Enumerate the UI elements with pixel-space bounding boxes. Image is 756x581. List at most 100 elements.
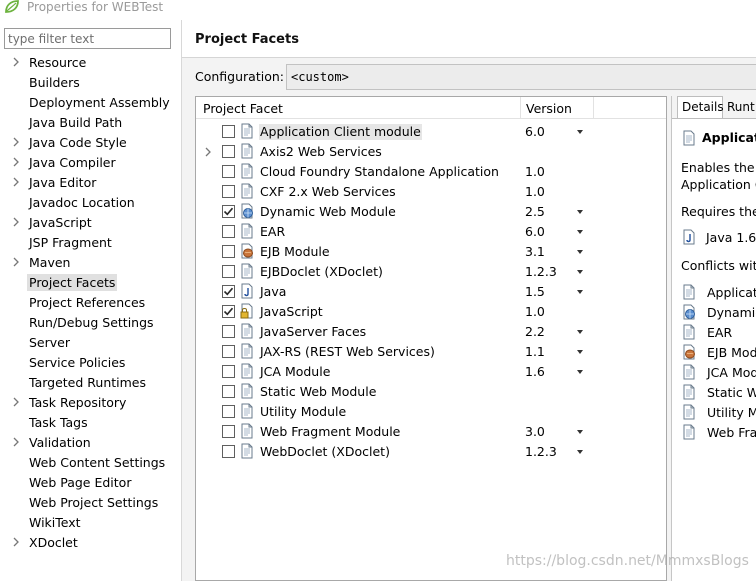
facet-checkbox[interactable] <box>222 345 235 358</box>
sidebar-item[interactable]: Run/Debug Settings <box>0 313 182 332</box>
facet-row[interactable]: Cloud Foundry Standalone Application 1.0 <box>196 162 666 182</box>
sidebar-item[interactable]: Deployment Assembly <box>0 93 182 112</box>
facet-row[interactable]: Static Web Module <box>196 382 666 402</box>
sidebar-item[interactable]: Web Page Editor <box>0 473 182 492</box>
facet-checkbox[interactable] <box>222 225 235 238</box>
configuration-combo[interactable]: <custom> <box>286 64 756 90</box>
chevron-right-icon[interactable] <box>11 137 21 147</box>
sidebar-item[interactable]: Targeted Runtimes <box>0 373 182 392</box>
chevron-right-icon[interactable] <box>11 57 21 67</box>
sidebar-item[interactable]: JSP Fragment <box>0 233 182 252</box>
sidebar-item[interactable]: Server <box>0 333 182 352</box>
dropdown-arrow-icon[interactable] <box>577 290 583 294</box>
facet-row[interactable]: JavaServer Faces 2.2 <box>196 322 666 342</box>
dropdown-arrow-icon[interactable] <box>577 350 583 354</box>
chevron-right-icon[interactable] <box>11 177 21 187</box>
chevron-right-icon[interactable] <box>11 397 21 407</box>
facet-row[interactable]: CXF 2.x Web Services 1.0 <box>196 182 666 202</box>
facet-row[interactable]: JCA Module 1.6 <box>196 362 666 382</box>
facet-checkbox[interactable] <box>222 365 235 378</box>
facet-checkbox[interactable] <box>222 445 235 458</box>
sidebar-item[interactable]: Web Project Settings <box>0 493 182 512</box>
sidebar-item[interactable]: WikiText <box>0 513 182 532</box>
sidebar-item[interactable]: Java Code Style <box>0 133 182 152</box>
facet-row[interactable]: EAR 6.0 <box>196 222 666 242</box>
facet-row[interactable]: Application Client module 6.0 <box>196 122 666 142</box>
sidebar-item[interactable]: Project References <box>0 293 182 312</box>
chevron-right-icon[interactable] <box>203 147 213 157</box>
sidebar-item[interactable]: Builders <box>0 73 182 92</box>
dropdown-arrow-icon[interactable] <box>577 210 583 214</box>
sidebar-item[interactable]: Javadoc Location <box>0 193 182 212</box>
facet-version[interactable]: 1.6 <box>525 364 545 380</box>
sidebar-item[interactable]: Web Content Settings <box>0 453 182 472</box>
sidebar-item[interactable]: XDoclet <box>0 533 182 552</box>
facet-checkbox[interactable] <box>222 165 235 178</box>
filter-input[interactable] <box>4 28 171 49</box>
facet-checkbox[interactable] <box>222 305 235 318</box>
column-header-facet[interactable]: Project Facet <box>203 101 283 116</box>
facet-row[interactable]: Utility Module <box>196 402 666 422</box>
sidebar-item[interactable]: Project Facets <box>0 273 182 292</box>
facet-row[interactable]: WebDoclet (XDoclet) 1.2.3 <box>196 442 666 462</box>
sidebar-item[interactable]: Validation <box>0 433 182 452</box>
chevron-right-icon[interactable] <box>11 257 21 267</box>
sidebar-item[interactable]: Java Editor <box>0 173 182 192</box>
facet-version[interactable]: 3.1 <box>525 244 545 260</box>
dropdown-arrow-icon[interactable] <box>577 270 583 274</box>
facet-checkbox[interactable] <box>222 325 235 338</box>
column-header-version[interactable]: Version <box>526 101 572 116</box>
sidebar-item[interactable]: Java Compiler <box>0 153 182 172</box>
dropdown-arrow-icon[interactable] <box>577 130 583 134</box>
sidebar-item[interactable]: Service Policies <box>0 353 182 372</box>
sidebar-item[interactable]: JavaScript <box>0 213 182 232</box>
facet-row[interactable]: Java 1.5 <box>196 282 666 302</box>
facet-checkbox[interactable] <box>222 245 235 258</box>
sidebar-item[interactable]: Task Tags <box>0 413 182 432</box>
facet-version[interactable]: 6.0 <box>525 224 545 240</box>
sidebar-item[interactable]: Java Build Path <box>0 113 182 132</box>
facet-version[interactable]: 6.0 <box>525 124 545 140</box>
dropdown-arrow-icon[interactable] <box>577 330 583 334</box>
dropdown-arrow-icon[interactable] <box>577 250 583 254</box>
chevron-right-icon[interactable] <box>11 437 21 447</box>
facet-checkbox[interactable] <box>222 185 235 198</box>
facet-version[interactable]: 1.1 <box>525 344 545 360</box>
facet-checkbox[interactable] <box>222 265 235 278</box>
sidebar-item[interactable]: Resource <box>0 53 182 72</box>
column-divider[interactable] <box>520 97 521 119</box>
facet-checkbox[interactable] <box>222 425 235 438</box>
dropdown-arrow-icon[interactable] <box>577 230 583 234</box>
facet-version[interactable]: 1.2.3 <box>525 444 557 460</box>
facet-version[interactable]: 2.2 <box>525 324 545 340</box>
facet-checkbox[interactable] <box>222 405 235 418</box>
tab-runtimes[interactable]: Runt <box>727 100 755 114</box>
page-icon <box>241 163 253 179</box>
facet-row[interactable]: Axis2 Web Services <box>196 142 666 162</box>
facet-checkbox[interactable] <box>222 285 235 298</box>
facet-checkbox[interactable] <box>222 205 235 218</box>
facet-checkbox[interactable] <box>222 385 235 398</box>
facet-checkbox[interactable] <box>222 125 235 138</box>
facet-checkbox[interactable] <box>222 145 235 158</box>
facet-row[interactable]: EJBDoclet (XDoclet) 1.2.3 <box>196 262 666 282</box>
column-divider[interactable] <box>593 97 594 119</box>
facet-row[interactable]: JAX-RS (REST Web Services) 1.1 <box>196 342 666 362</box>
dropdown-arrow-icon[interactable] <box>577 450 583 454</box>
facet-row[interactable]: Dynamic Web Module 2.5 <box>196 202 666 222</box>
facet-version[interactable]: 1.2.3 <box>525 264 557 280</box>
facet-version[interactable]: 2.5 <box>525 204 545 220</box>
facet-row[interactable]: EJB Module 3.1 <box>196 242 666 262</box>
dropdown-arrow-icon[interactable] <box>577 370 583 374</box>
facet-row[interactable]: Web Fragment Module 3.0 <box>196 422 666 442</box>
chevron-right-icon[interactable] <box>11 537 21 547</box>
facet-version[interactable]: 3.0 <box>525 424 545 440</box>
facet-row[interactable]: JavaScript 1.0 <box>196 302 666 322</box>
facet-version[interactable]: 1.5 <box>525 284 545 300</box>
dropdown-arrow-icon[interactable] <box>577 430 583 434</box>
chevron-right-icon[interactable] <box>11 217 21 227</box>
sidebar-item[interactable]: Maven <box>0 253 182 272</box>
tab-details[interactable]: Details <box>677 96 724 119</box>
chevron-right-icon[interactable] <box>11 157 21 167</box>
sidebar-item[interactable]: Task Repository <box>0 393 182 412</box>
